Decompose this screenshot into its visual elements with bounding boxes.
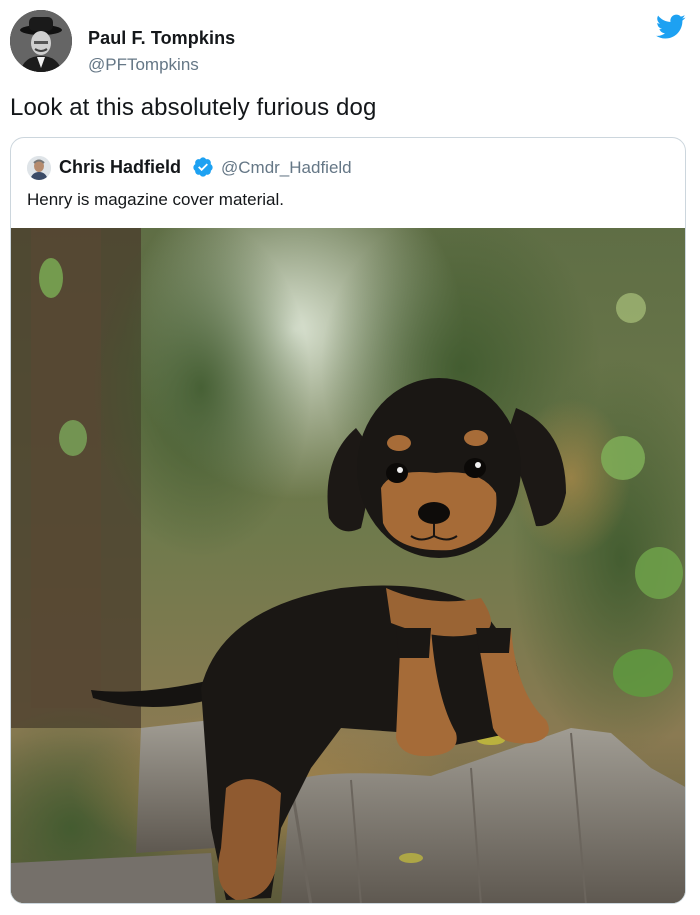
author-handle[interactable]: @PFTompkins [88, 55, 199, 75]
puppy-photo[interactable] [11, 228, 685, 903]
verified-badge-icon [192, 156, 214, 178]
quoted-tweet-text: Henry is magazine cover material. [27, 190, 284, 209]
quoted-author-name[interactable]: Chris Hadfield [59, 157, 181, 178]
tweet-card: Paul F. Tompkins @PFTompkins Look at thi… [0, 0, 700, 915]
quoted-author-avatar[interactable] [27, 156, 51, 180]
twitter-bird-icon[interactable] [656, 14, 686, 40]
tweet-text: Look at this absolutely furious dog [10, 94, 377, 121]
author-name[interactable]: Paul F. Tompkins [88, 28, 235, 49]
quoted-author-handle[interactable]: @Cmdr_Hadfield [221, 158, 352, 178]
author-avatar[interactable] [10, 10, 72, 72]
tweet-header: Paul F. Tompkins @PFTompkins [10, 10, 688, 74]
quoted-tweet[interactable]: Chris Hadfield @Cmdr_Hadfield Henry is m… [10, 137, 686, 904]
